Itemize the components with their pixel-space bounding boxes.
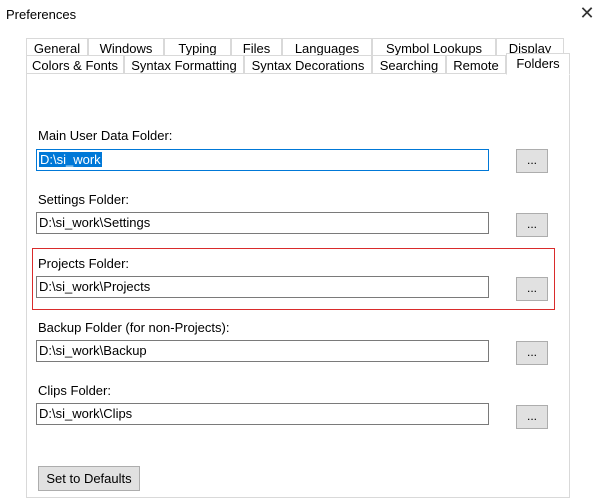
set-to-defaults-button[interactable]: Set to Defaults — [38, 466, 140, 491]
projects-folder-input[interactable]: D:\si_work\Projects — [36, 276, 489, 298]
clips-folder-label: Clips Folder: — [38, 383, 111, 398]
settings-folder-input[interactable]: D:\si_work\Settings — [36, 212, 489, 234]
main-user-data-folder-browse-button[interactable]: ... — [516, 149, 548, 173]
main-user-data-folder-input[interactable]: D:\si_work — [36, 149, 489, 171]
settings-folder-label: Settings Folder: — [38, 192, 130, 207]
tab-folders[interactable]: Folders — [506, 53, 570, 75]
backup-folder-browse-button[interactable]: ... — [516, 341, 548, 365]
backup-folder-label: Backup Folder (for non-Projects): — [38, 320, 230, 335]
main-user-data-folder-label: Main User Data Folder: — [38, 128, 173, 143]
clips-folder-input[interactable]: D:\si_work\Clips — [36, 403, 489, 425]
selected-text: D:\si_work — [39, 152, 102, 167]
tab-searching[interactable]: Searching — [372, 55, 446, 74]
tab-remote[interactable]: Remote — [446, 55, 506, 74]
tab-colors-fonts[interactable]: Colors & Fonts — [26, 55, 124, 74]
clips-folder-browse-button[interactable]: ... — [516, 405, 548, 429]
window-title: Preferences — [6, 7, 77, 22]
settings-folder-browse-button[interactable]: ... — [516, 213, 548, 237]
tab-syntax-decorations[interactable]: Syntax Decorations — [244, 55, 372, 74]
projects-folder-label: Projects Folder: — [38, 256, 130, 271]
backup-folder-input[interactable]: D:\si_work\Backup — [36, 340, 489, 362]
close-icon[interactable]: ✕ — [576, 2, 598, 24]
projects-folder-browse-button[interactable]: ... — [516, 277, 548, 301]
tab-syntax-formatting[interactable]: Syntax Formatting — [124, 55, 244, 74]
